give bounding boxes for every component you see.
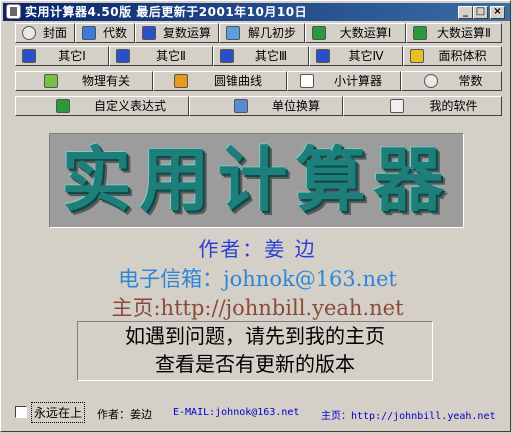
window-title: 实用计算器4.50版 最后更新于2001年10月10日	[25, 5, 308, 19]
analytic-geometry-button[interactable]: 解几初步	[219, 23, 305, 43]
info-icon	[142, 26, 156, 40]
disc-icon	[22, 26, 36, 40]
other-3-button[interactable]: 其它Ⅲ	[213, 46, 309, 66]
homepage-label: 主页:http://johnbill.yeah.net	[111, 296, 404, 320]
notice-box: 如遇到问题，请先到我的主页 查看是否有更新的版本	[77, 321, 433, 381]
grid-icon	[413, 26, 427, 40]
my-software-button[interactable]: 我的软件	[343, 96, 502, 116]
custom-expression-button[interactable]: 自定义表达式	[15, 96, 189, 116]
calculator-icon	[300, 74, 314, 88]
conic-sections-button[interactable]: 圆锥曲线	[153, 71, 287, 91]
physics-button[interactable]: 物理有关	[15, 71, 153, 91]
sparkle-icon	[220, 49, 234, 63]
algebra-icon	[82, 26, 96, 40]
close-button[interactable]: ×	[490, 6, 505, 19]
sparkle-icon	[316, 49, 330, 63]
unit-conversion-button[interactable]: 单位换算	[189, 96, 343, 116]
complex-calc-button[interactable]: 复数运算	[135, 23, 219, 43]
main-window: 实用计算器4.50版 最后更新于2001年10月10日 _ □ × 封面 代数 …	[0, 0, 511, 432]
author-label: 作者：姜 边	[198, 237, 317, 261]
banner-logo: 实用计算器	[49, 133, 464, 228]
triangle-icon	[410, 49, 424, 63]
area-volume-button[interactable]: 面积体积	[403, 46, 502, 66]
status-author: 作者：姜边	[97, 408, 152, 421]
cone-icon	[174, 74, 188, 88]
notice-line-1: 如遇到问题，请先到我的主页	[125, 324, 385, 348]
other-4-button[interactable]: 其它Ⅳ	[309, 46, 403, 66]
always-on-top-checkbox[interactable]	[15, 406, 27, 418]
cover-button[interactable]: 封面	[15, 23, 75, 43]
help-icon	[390, 99, 404, 113]
other-1-button[interactable]: 其它Ⅰ	[15, 46, 109, 66]
always-on-top-label[interactable]: 永远在上	[31, 402, 86, 423]
conversion-icon	[234, 99, 248, 113]
calculator-app-icon[interactable]	[6, 4, 21, 19]
title-bar[interactable]: 实用计算器4.50版 最后更新于2001年10月10日 _ □ ×	[3, 3, 510, 21]
constants-button[interactable]: 常数	[401, 71, 502, 91]
sparkle-icon	[22, 49, 36, 63]
grid-icon	[312, 26, 326, 40]
mini-calculator-button[interactable]: 小计算器	[287, 71, 401, 91]
minimize-button[interactable]: _	[458, 6, 473, 19]
big-number-1-button[interactable]: 大数运算Ⅰ	[305, 23, 406, 43]
axes-icon	[226, 26, 240, 40]
sparkle-icon	[116, 49, 130, 63]
maximize-button[interactable]: □	[473, 6, 488, 19]
big-number-2-button[interactable]: 大数运算Ⅱ	[406, 23, 502, 43]
logo-text: 实用计算器	[61, 139, 452, 221]
algebra-button[interactable]: 代数	[75, 23, 135, 43]
notice-line-2: 查看是否有更新的版本	[155, 352, 355, 376]
status-email: E-MAIL:johnok@163.net	[173, 407, 300, 418]
email-label: 电子信箱：johnok@163.net	[118, 267, 397, 291]
other-2-button[interactable]: 其它Ⅱ	[109, 46, 213, 66]
physics-icon	[44, 74, 58, 88]
status-homepage: 主页：http://johnbill.yeah.net	[321, 411, 496, 422]
function-icon	[56, 99, 70, 113]
disc-icon	[424, 74, 438, 88]
